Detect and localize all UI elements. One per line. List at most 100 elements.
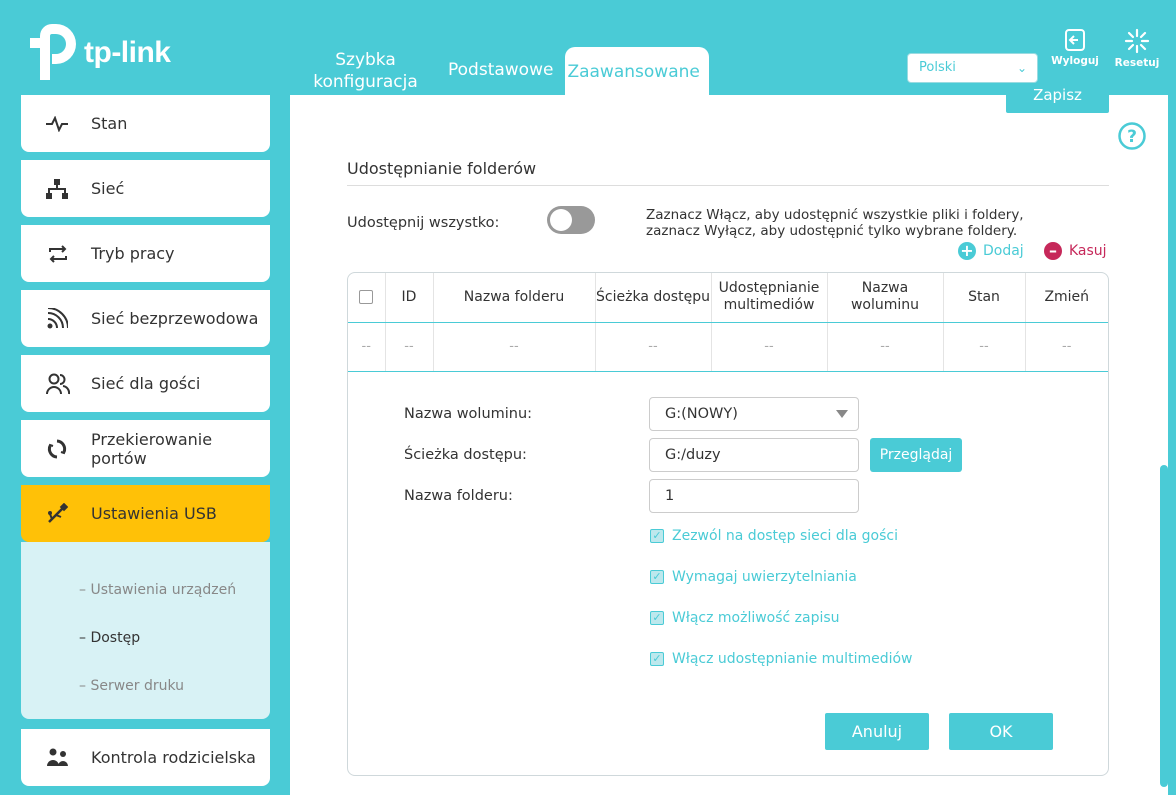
save-button[interactable]: Zapisz — [1006, 85, 1109, 113]
sidebar-subitem-access[interactable]: – Dostęp — [79, 630, 140, 646]
tp-link-logo-icon — [30, 24, 76, 80]
share-all-toggle[interactable] — [547, 206, 595, 234]
tab-basic[interactable]: Podstawowe — [438, 59, 563, 95]
family-icon — [46, 748, 92, 768]
help-icon[interactable]: ? — [1117, 121, 1147, 155]
language-selected: Polski — [919, 60, 956, 75]
check-icon: ✓ — [650, 611, 664, 625]
table-cell: -- — [385, 322, 434, 372]
sidebar-item-guest-network[interactable]: Sieć dla gości — [21, 355, 270, 412]
table-cell: -- — [1025, 322, 1108, 372]
caret-down-icon — [836, 410, 848, 418]
folder-name-input[interactable]: 1 — [649, 479, 859, 513]
pulse-icon — [46, 115, 92, 132]
sidebar-item-usb-settings[interactable]: Ustawienia USB — [21, 485, 270, 542]
check-icon: ✓ — [650, 652, 664, 666]
column-header: Stan — [943, 273, 1026, 323]
forwarding-icon — [46, 438, 92, 460]
share-all-hint: Zaznacz Włącz, aby udostępnić wszystkie … — [646, 207, 1024, 239]
table-cell: -- — [827, 322, 944, 372]
path-label: Ścieżka dostępu: — [404, 447, 527, 463]
checkbox-label: Zezwól na dostęp sieci dla gości — [672, 528, 898, 544]
delete-label: Kasuj — [1069, 243, 1107, 259]
repeat-icon — [46, 244, 92, 264]
wifi-icon — [46, 307, 92, 330]
volume-select[interactable]: G:(NOWY) — [649, 397, 859, 431]
guest-access-checkbox[interactable]: ✓ Zezwól na dostęp sieci dla gości — [650, 528, 898, 544]
table-header-row: ID Nazwa folderu Ścieżka dostępu Udostęp… — [348, 273, 1108, 323]
reset-label: Resetuj — [1114, 57, 1160, 69]
folders-table: ID Nazwa folderu Ścieżka dostępu Udostęp… — [347, 272, 1109, 776]
sidebar-item-network[interactable]: Sieć — [21, 160, 270, 217]
add-button[interactable]: + Dodaj — [958, 242, 1024, 260]
table-cell: -- — [433, 322, 596, 372]
add-label: Dodaj — [983, 243, 1024, 259]
sidebar-item-operation-mode[interactable]: Tryb pracy — [21, 225, 270, 282]
volume-label: Nazwa woluminu: — [404, 406, 533, 422]
checkbox-icon — [359, 289, 374, 304]
reset-icon — [1124, 28, 1150, 54]
network-icon — [46, 178, 92, 199]
require-auth-checkbox[interactable]: ✓ Wymagaj uwierzytelniania — [650, 569, 857, 585]
logout-label: Wyloguj — [1051, 55, 1099, 67]
column-header: Ścieżka dostępu — [595, 273, 712, 323]
minus-icon: – — [1044, 242, 1062, 260]
sidebar-subitem-device-settings[interactable]: – Ustawienia urządzeń — [79, 582, 236, 598]
tab-advanced[interactable]: Zaawansowane — [565, 47, 710, 95]
check-icon: ✓ — [650, 570, 664, 584]
table-cell: -- — [711, 322, 828, 372]
ok-button[interactable]: OK — [949, 713, 1053, 750]
sidebar-item-parental-control[interactable]: Kontrola rodzicielska — [21, 729, 270, 786]
share-all-label: Udostępnij wszystko: — [347, 215, 500, 231]
table-cell: -- — [943, 322, 1026, 372]
usb-submenu: – Ustawienia urządzeń – Dostęp – Serwer … — [21, 542, 270, 719]
column-header: Zmień — [1025, 273, 1108, 323]
browse-button[interactable]: Przeglądaj — [870, 438, 962, 472]
table-cell: -- — [348, 322, 386, 372]
checkbox-label: Włącz możliwość zapisu — [672, 610, 840, 626]
reset-button[interactable]: Resetuj — [1110, 28, 1164, 69]
chevron-down-icon: ⌄ — [1016, 61, 1027, 75]
sidebar-item-label: Kontrola rodzicielska — [91, 748, 256, 767]
media-sharing-checkbox[interactable]: ✓ Włącz udostępnianie multimediów — [650, 651, 913, 667]
sidebar-item-label: Sieć dla gości — [91, 374, 201, 393]
brand-name: tp-link — [84, 36, 171, 69]
language-select[interactable]: Polski ⌄ — [907, 53, 1038, 83]
logout-icon — [1065, 29, 1085, 51]
sidebar-item-label: Przekierowanie portów — [91, 429, 213, 468]
path-input[interactable]: G:/duzy — [649, 438, 859, 472]
main-tabs: Szybka konfiguracja Podstawowe Zaawansow… — [293, 47, 710, 95]
sidebar-item-label: Sieć bezprzewodowa — [91, 309, 259, 328]
column-header: Nazwa folderu — [433, 273, 596, 323]
section-title: Udostępnianie folderów — [347, 159, 537, 178]
column-header: ID — [385, 273, 434, 323]
table-cell: -- — [595, 322, 712, 372]
sidebar-item-label: Ustawienia USB — [91, 504, 217, 523]
write-access-checkbox[interactable]: ✓ Włącz możliwość zapisu — [650, 610, 840, 626]
tab-quick-setup[interactable]: Szybka konfiguracja — [293, 49, 438, 95]
select-all-checkbox[interactable] — [348, 273, 386, 323]
checkbox-label: Wymagaj uwierzytelniania — [672, 569, 857, 585]
check-icon: ✓ — [650, 529, 664, 543]
svg-text:?: ? — [1127, 127, 1137, 147]
sidebar-item-label: Sieć — [91, 179, 125, 198]
sidebar-item-status[interactable]: Stan — [21, 95, 270, 152]
sidebar-item-port-forwarding[interactable]: Przekierowanie portów — [21, 420, 270, 477]
cancel-button[interactable]: Anuluj — [825, 713, 929, 750]
volume-value: G:(NOWY) — [665, 406, 738, 422]
tp-link-logo: tp-link — [20, 24, 171, 82]
folder-name-label: Nazwa folderu: — [404, 488, 513, 504]
logout-button[interactable]: Wyloguj — [1048, 28, 1102, 67]
sidebar-item-label: Stan — [91, 114, 128, 133]
plus-icon: + — [958, 242, 976, 260]
table-row: -- -- -- -- -- -- -- -- — [348, 322, 1108, 372]
sidebar-item-wireless[interactable]: Sieć bezprzewodowa — [21, 290, 270, 347]
section-divider — [347, 185, 1109, 186]
column-header: Udostępnianie multimediów — [711, 273, 828, 323]
main-panel: Zapisz ? Udostępnianie folderów Udostępn… — [290, 85, 1168, 795]
delete-button[interactable]: – Kasuj — [1044, 242, 1107, 260]
guests-icon — [46, 373, 92, 395]
sidebar-subitem-print-server[interactable]: – Serwer druku — [79, 678, 184, 694]
scrollbar[interactable] — [1160, 465, 1168, 787]
sidebar-item-label: Tryb pracy — [91, 244, 175, 263]
